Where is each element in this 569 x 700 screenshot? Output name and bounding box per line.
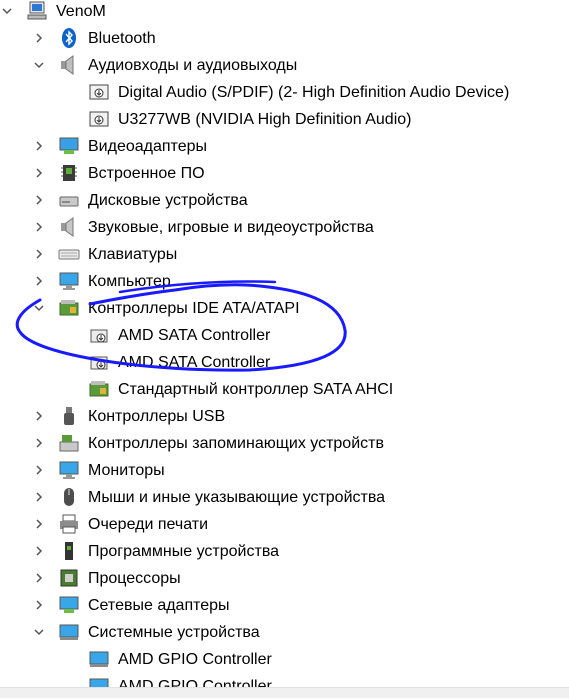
tree-item-label: Мыши и иные указывающие устройства bbox=[88, 489, 386, 506]
software-device-icon bbox=[58, 540, 80, 562]
bluetooth-icon bbox=[58, 27, 80, 49]
mouse-icon bbox=[58, 486, 80, 508]
tree-item[interactable]: Программные устройства bbox=[0, 538, 569, 565]
tree-item[interactable]: Мыши и иные указывающие устройства bbox=[0, 484, 569, 511]
audio-device-icon bbox=[88, 81, 110, 103]
tree-item-label: Контроллеры USB bbox=[88, 408, 226, 425]
chevron-down-icon[interactable] bbox=[32, 301, 46, 315]
tree-item-label: Сетевые адаптеры bbox=[88, 597, 230, 614]
disk-drive-icon bbox=[58, 189, 80, 211]
tree-item-label: Контроллеры IDE ATA/ATAPI bbox=[88, 300, 300, 317]
tree-item-label: Процессоры bbox=[88, 570, 181, 587]
monitor-icon bbox=[58, 459, 80, 481]
tree-item-label: Компьютер bbox=[88, 273, 171, 290]
tree-item[interactable]: Видеоадаптеры bbox=[0, 133, 569, 160]
tree-item[interactable]: Процессоры bbox=[0, 565, 569, 592]
tree-item[interactable]: Контроллеры запоминающих устройств bbox=[0, 430, 569, 457]
chevron-right-icon[interactable] bbox=[32, 517, 46, 531]
system-device-icon bbox=[88, 648, 110, 670]
processor-icon bbox=[58, 567, 80, 589]
tree-item-label: Bluetooth bbox=[88, 30, 156, 47]
tree-item[interactable]: Сетевые адаптеры bbox=[0, 592, 569, 619]
chevron-down-icon[interactable] bbox=[32, 625, 46, 639]
tree-item-label: Дисковые устройства bbox=[88, 192, 248, 209]
tree-item-label: Звуковые, игровые и видеоустройства bbox=[88, 219, 374, 236]
tree-item[interactable]: Системные устройства bbox=[0, 619, 569, 646]
tree-item[interactable]: Встроенное ПО bbox=[0, 160, 569, 187]
tree-item-label: Аудиовходы и аудиовыходы bbox=[88, 57, 298, 74]
chevron-right-icon[interactable] bbox=[32, 571, 46, 585]
keyboard-icon bbox=[58, 243, 80, 265]
firmware-icon bbox=[58, 162, 80, 184]
speaker-icon bbox=[58, 54, 80, 76]
tree-item[interactable]: AMD GPIO Controller bbox=[0, 646, 569, 673]
chevron-right-icon[interactable] bbox=[32, 166, 46, 180]
chevron-down-icon[interactable] bbox=[0, 4, 14, 18]
tree-item-label: Мониторы bbox=[88, 462, 165, 479]
controller-device-icon bbox=[88, 351, 110, 373]
tree-item[interactable]: Компьютер bbox=[0, 268, 569, 295]
tree-item[interactable]: Дисковые устройства bbox=[0, 187, 569, 214]
computer-icon bbox=[26, 0, 48, 22]
tree-item[interactable]: Контроллеры USB bbox=[0, 403, 569, 430]
tree-item-label: AMD SATA Controller bbox=[118, 354, 271, 371]
tree-item[interactable]: AMD SATA Controller bbox=[0, 349, 569, 376]
tree-item[interactable]: Звуковые, игровые и видеоустройства bbox=[0, 214, 569, 241]
tree-item-label: Программные устройства bbox=[88, 543, 280, 560]
tree-item[interactable]: Стандартный контроллер SATA AHCI bbox=[0, 376, 569, 403]
tree-item-label: AMD SATA Controller bbox=[118, 327, 271, 344]
tree-item-label: Контроллеры запоминающих устройств bbox=[88, 435, 384, 452]
tree-item-label: VenoM bbox=[56, 3, 106, 20]
tree-item-label: Видеоадаптеры bbox=[88, 138, 207, 155]
horizontal-scrollbar[interactable] bbox=[0, 687, 569, 698]
tree-item[interactable]: Очереди печати bbox=[0, 511, 569, 538]
chevron-right-icon[interactable] bbox=[32, 139, 46, 153]
printer-icon bbox=[58, 513, 80, 535]
controller-device-icon bbox=[88, 324, 110, 346]
storage-controller-icon bbox=[58, 432, 80, 454]
tree-item-label: AMD GPIO Controller bbox=[118, 651, 272, 668]
ide-controller-icon bbox=[58, 297, 80, 319]
chevron-right-icon[interactable] bbox=[32, 31, 46, 45]
tree-item[interactable]: Аудиовходы и аудиовыходы bbox=[0, 52, 569, 79]
tree-item-label: Системные устройства bbox=[88, 624, 260, 641]
tree-item[interactable]: Клавиатуры bbox=[0, 241, 569, 268]
chevron-down-icon[interactable] bbox=[32, 58, 46, 72]
tree-item[interactable]: Bluetooth bbox=[0, 25, 569, 52]
tree-item-label: Клавиатуры bbox=[88, 246, 178, 263]
tree-item[interactable]: U3277WB (NVIDIA High Definition Audio) bbox=[0, 106, 569, 133]
usb-icon bbox=[58, 405, 80, 427]
tree-item[interactable]: Контроллеры IDE ATA/ATAPI bbox=[0, 295, 569, 322]
chevron-right-icon[interactable] bbox=[32, 409, 46, 423]
chevron-right-icon[interactable] bbox=[32, 490, 46, 504]
chevron-right-icon[interactable] bbox=[32, 247, 46, 261]
chevron-right-icon[interactable] bbox=[32, 220, 46, 234]
tree-item[interactable]: AMD SATA Controller bbox=[0, 322, 569, 349]
tree-item[interactable]: Digital Audio (S/PDIF) (2- High Definiti… bbox=[0, 79, 569, 106]
display-adapter-icon bbox=[58, 135, 80, 157]
audio-device-icon bbox=[88, 108, 110, 130]
sound-icon bbox=[58, 216, 80, 238]
chevron-right-icon[interactable] bbox=[32, 544, 46, 558]
monitor-icon bbox=[58, 270, 80, 292]
chevron-right-icon[interactable] bbox=[32, 436, 46, 450]
network-adapter-icon bbox=[58, 594, 80, 616]
tree-item-label: U3277WB (NVIDIA High Definition Audio) bbox=[118, 111, 412, 128]
ide-controller-icon bbox=[88, 378, 110, 400]
tree-item-label: Встроенное ПО bbox=[88, 165, 205, 182]
chevron-right-icon[interactable] bbox=[32, 463, 46, 477]
tree-item-label: Digital Audio (S/PDIF) (2- High Definiti… bbox=[118, 84, 510, 101]
tree-item-label: Стандартный контроллер SATA AHCI bbox=[118, 381, 394, 398]
system-device-icon bbox=[58, 621, 80, 643]
chevron-right-icon[interactable] bbox=[32, 193, 46, 207]
chevron-right-icon[interactable] bbox=[32, 274, 46, 288]
tree-item[interactable]: Мониторы bbox=[0, 457, 569, 484]
tree-item[interactable]: VenoM bbox=[0, 0, 569, 25]
chevron-right-icon[interactable] bbox=[32, 598, 46, 612]
tree-item-label: Очереди печати bbox=[88, 516, 209, 533]
